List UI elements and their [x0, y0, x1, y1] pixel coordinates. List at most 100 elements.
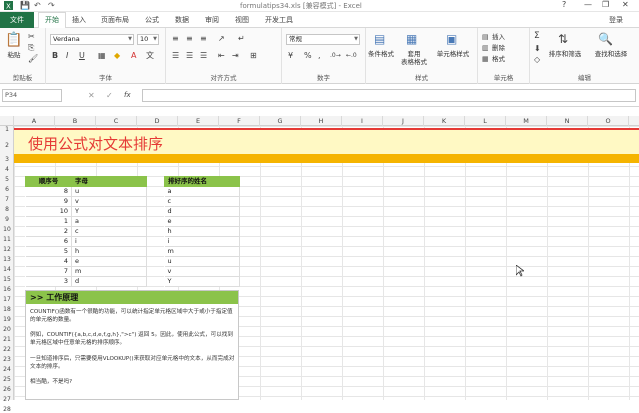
row-header[interactable]: 16: [0, 286, 14, 293]
column-header[interactable]: H: [301, 116, 342, 126]
align-bottom-icon[interactable]: ≡: [200, 34, 207, 43]
login-link[interactable]: 登录: [609, 15, 623, 25]
align-center-icon[interactable]: ☰: [186, 51, 193, 60]
tab-data[interactable]: 数据: [175, 15, 189, 25]
table-cell[interactable]: u: [164, 256, 240, 267]
row-header[interactable]: 19: [0, 316, 14, 323]
row-header[interactable]: 15: [0, 276, 14, 283]
italic-icon[interactable]: I: [66, 51, 68, 60]
table-cell[interactable]: c: [164, 196, 240, 207]
select-all-corner[interactable]: [0, 116, 14, 126]
row-header[interactable]: 7: [0, 196, 14, 203]
table-cell[interactable]: 7: [25, 266, 72, 277]
column-header[interactable]: N: [547, 116, 588, 126]
column-header[interactable]: I: [342, 116, 383, 126]
undo-icon[interactable]: ↶: [34, 1, 41, 10]
align-left-icon[interactable]: ☰: [172, 51, 179, 60]
number-format-select[interactable]: 常规 ▼: [286, 34, 360, 45]
table-cell[interactable]: v: [164, 266, 240, 277]
row-header[interactable]: 17: [0, 296, 14, 303]
tab-view[interactable]: 视图: [235, 15, 249, 25]
table-cell[interactable]: h: [71, 246, 147, 257]
tab-insert[interactable]: 插入: [72, 15, 86, 25]
formula-input[interactable]: [142, 89, 636, 102]
name-box[interactable]: P34: [2, 89, 62, 102]
table-cell[interactable]: m: [164, 246, 240, 257]
table-cell[interactable]: 10: [25, 206, 72, 217]
sort-filter-button[interactable]: 排序和筛选: [544, 50, 586, 58]
table-cell[interactable]: 1: [25, 216, 72, 227]
row-header[interactable]: 12: [0, 246, 14, 253]
decrease-decimal-icon[interactable]: ←.0: [346, 51, 357, 60]
table-cell[interactable]: c: [71, 226, 147, 237]
indent-increase-icon[interactable]: ⇥: [232, 51, 239, 60]
format-painter-icon[interactable]: 🖌: [28, 54, 38, 63]
enter-icon[interactable]: ✓: [106, 91, 113, 100]
column-header[interactable]: D: [137, 116, 178, 126]
table-cell[interactable]: 4: [25, 256, 72, 267]
fill-icon[interactable]: ⬇: [534, 44, 541, 53]
row-header[interactable]: 13: [0, 256, 14, 263]
currency-icon[interactable]: ¥: [288, 51, 293, 60]
row-header[interactable]: 24: [0, 366, 14, 373]
wrap-text-icon[interactable]: ↵: [238, 34, 245, 43]
row-header[interactable]: 3: [0, 156, 14, 163]
indent-decrease-icon[interactable]: ⇤: [218, 51, 225, 60]
align-middle-icon[interactable]: ≡: [186, 34, 193, 43]
row-header[interactable]: 21: [0, 336, 14, 343]
tab-file[interactable]: 文件: [0, 12, 34, 28]
merge-center-icon[interactable]: ⊞: [250, 51, 257, 60]
table-cell[interactable]: u: [71, 186, 147, 197]
help-icon[interactable]: ?: [562, 0, 566, 9]
delete-cells-icon[interactable]: ▥: [482, 44, 489, 53]
row-header[interactable]: 28: [0, 406, 14, 413]
column-header[interactable]: F: [219, 116, 260, 126]
cell-styles-icon[interactable]: ▣: [446, 32, 457, 46]
table-cell[interactable]: Y: [71, 206, 147, 217]
table-cell[interactable]: 9: [25, 196, 72, 207]
row-header[interactable]: 4: [0, 166, 14, 173]
comma-button[interactable]: ,: [318, 51, 321, 60]
table-cell[interactable]: 6: [25, 236, 72, 247]
sort-filter-icon[interactable]: ⇅: [558, 32, 568, 46]
bold-icon[interactable]: B: [52, 51, 58, 60]
column-header[interactable]: C: [96, 116, 137, 126]
row-header[interactable]: 25: [0, 376, 14, 383]
orientation-icon[interactable]: ↗: [218, 34, 225, 43]
font-color-icon[interactable]: A: [131, 51, 136, 60]
table-cell[interactable]: 2: [25, 226, 72, 237]
cell-styles-button[interactable]: 单元格样式: [430, 50, 476, 58]
align-right-icon[interactable]: ☰: [200, 51, 207, 60]
row-header[interactable]: 20: [0, 326, 14, 333]
table-cell[interactable]: d: [71, 276, 147, 287]
table-cell[interactable]: v: [71, 196, 147, 207]
percent-button[interactable]: %: [304, 51, 312, 60]
fill-color-icon[interactable]: ◆: [114, 51, 120, 60]
column-header[interactable]: M: [506, 116, 547, 126]
cut-icon[interactable]: ✂: [28, 32, 35, 41]
row-header[interactable]: 2: [0, 142, 14, 149]
table-cell[interactable]: m: [71, 266, 147, 277]
row-header[interactable]: 23: [0, 356, 14, 363]
tab-formulas[interactable]: 公式: [145, 15, 159, 25]
row-header[interactable]: 5: [0, 176, 14, 183]
column-header[interactable]: O: [588, 116, 629, 126]
column-header[interactable]: E: [178, 116, 219, 126]
row-header[interactable]: 6: [0, 186, 14, 193]
delete-cells-button[interactable]: 删除: [492, 44, 505, 52]
table-cell[interactable]: 8: [25, 186, 72, 197]
table-cell[interactable]: e: [71, 256, 147, 267]
row-header[interactable]: 1: [0, 126, 14, 133]
row-header[interactable]: 18: [0, 306, 14, 313]
paste-icon[interactable]: 📋: [5, 32, 22, 48]
format-cells-icon[interactable]: ▦: [482, 55, 489, 64]
tab-developer[interactable]: 开发工具: [265, 15, 293, 25]
table-cell[interactable]: e: [164, 216, 240, 227]
font-size-select[interactable]: 10 ▼: [137, 34, 159, 45]
row-header[interactable]: 11: [0, 236, 14, 243]
minimize-icon[interactable]: —: [584, 0, 592, 9]
table-cell[interactable]: 5: [25, 246, 72, 257]
table-cell[interactable]: a: [164, 186, 240, 197]
insert-function-icon[interactable]: fx: [124, 91, 131, 100]
tab-review[interactable]: 审阅: [205, 15, 219, 25]
